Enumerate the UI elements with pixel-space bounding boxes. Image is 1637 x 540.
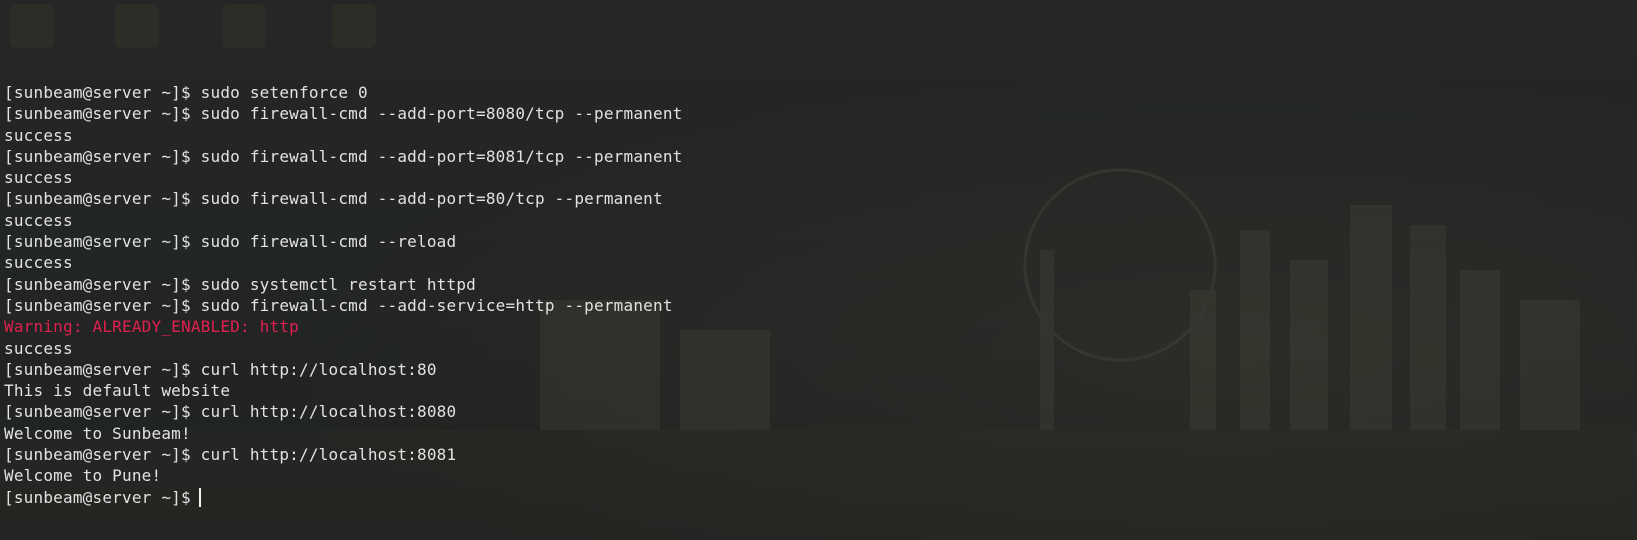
shell-prompt: [sunbeam@server ~]$ bbox=[4, 189, 191, 209]
command-line: [sunbeam@server ~]$ curl http://localhos… bbox=[4, 359, 682, 380]
output-text: Welcome to Pune! bbox=[4, 466, 162, 486]
command-text: curl http://localhost:8081 bbox=[200, 445, 457, 465]
command-text: sudo firewall-cmd --reload bbox=[200, 232, 457, 252]
output-text: success bbox=[4, 168, 73, 188]
output-line: Welcome to Sunbeam! bbox=[4, 423, 682, 444]
text-cursor bbox=[198, 487, 201, 507]
command-text: curl http://localhost:80 bbox=[200, 359, 437, 379]
command-text: sudo systemctl restart httpd bbox=[200, 274, 476, 294]
shell-prompt: [sunbeam@server ~]$ bbox=[4, 359, 191, 379]
command-line: [sunbeam@server ~]$ sudo setenforce 0 bbox=[4, 82, 682, 103]
terminal-output[interactable]: [sunbeam@server ~]$ sudo setenforce 0 [su… bbox=[4, 82, 682, 508]
shell-prompt: [sunbeam@server ~]$ bbox=[4, 274, 191, 294]
shell-prompt: [sunbeam@server ~]$ bbox=[4, 402, 191, 422]
shell-prompt: [sunbeam@server ~]$ bbox=[4, 146, 191, 166]
current-prompt-line[interactable]: [sunbeam@server ~]$ bbox=[4, 487, 682, 508]
shell-prompt: [sunbeam@server ~]$ bbox=[4, 487, 191, 507]
terminal-window[interactable]: [sunbeam@server ~]$ sudo setenforce 0 [su… bbox=[0, 0, 1637, 540]
output-text: This is default website bbox=[4, 381, 231, 401]
warning-text: Warning: ALREADY_ENABLED: http bbox=[4, 317, 299, 337]
output-line: success bbox=[4, 338, 682, 359]
shell-prompt: [sunbeam@server ~]$ bbox=[4, 295, 191, 315]
output-line: success bbox=[4, 125, 682, 146]
desktop-icon-ghost bbox=[332, 4, 376, 48]
warning-line: Warning: ALREADY_ENABLED: http bbox=[4, 316, 682, 337]
output-line: This is default website bbox=[4, 380, 682, 401]
output-text: success bbox=[4, 210, 73, 230]
shell-prompt: [sunbeam@server ~]$ bbox=[4, 232, 191, 252]
shell-prompt: [sunbeam@server ~]$ bbox=[4, 445, 191, 465]
command-line: [sunbeam@server ~]$ curl http://localhos… bbox=[4, 444, 682, 465]
output-line: success bbox=[4, 167, 682, 188]
command-text: sudo firewall-cmd --add-service=http --p… bbox=[200, 295, 673, 315]
output-text: success bbox=[4, 338, 73, 358]
desktop-icons-background bbox=[0, 0, 420, 70]
output-text: success bbox=[4, 125, 73, 145]
shell-prompt: [sunbeam@server ~]$ bbox=[4, 104, 191, 124]
command-text: curl http://localhost:8080 bbox=[200, 402, 457, 422]
command-text: sudo firewall-cmd --add-port=8080/tcp --… bbox=[200, 104, 683, 124]
desktop-icon-ghost bbox=[222, 4, 266, 48]
desktop-icon-ghost bbox=[10, 4, 54, 48]
command-line: [sunbeam@server ~]$ sudo systemctl resta… bbox=[4, 274, 682, 295]
output-line: success bbox=[4, 210, 682, 231]
command-text: sudo firewall-cmd --add-port=80/tcp --pe… bbox=[200, 189, 663, 209]
output-line: success bbox=[4, 252, 682, 273]
desktop-icon-ghost bbox=[115, 4, 159, 48]
command-line: [sunbeam@server ~]$ sudo firewall-cmd --… bbox=[4, 295, 682, 316]
shell-prompt: [sunbeam@server ~]$ bbox=[4, 83, 191, 102]
command-text: sudo setenforce 0 bbox=[200, 83, 368, 102]
output-text: Welcome to Sunbeam! bbox=[4, 423, 191, 443]
command-line: [sunbeam@server ~]$ sudo firewall-cmd --… bbox=[4, 231, 682, 252]
command-line: [sunbeam@server ~]$ sudo firewall-cmd --… bbox=[4, 146, 682, 167]
command-line: [sunbeam@server ~]$ sudo firewall-cmd --… bbox=[4, 103, 682, 124]
output-line: Welcome to Pune! bbox=[4, 465, 682, 486]
output-text: success bbox=[4, 253, 73, 273]
command-line: [sunbeam@server ~]$ curl http://localhos… bbox=[4, 401, 682, 422]
command-line: [sunbeam@server ~]$ sudo firewall-cmd --… bbox=[4, 188, 682, 209]
command-text: sudo firewall-cmd --add-port=8081/tcp --… bbox=[200, 146, 683, 166]
